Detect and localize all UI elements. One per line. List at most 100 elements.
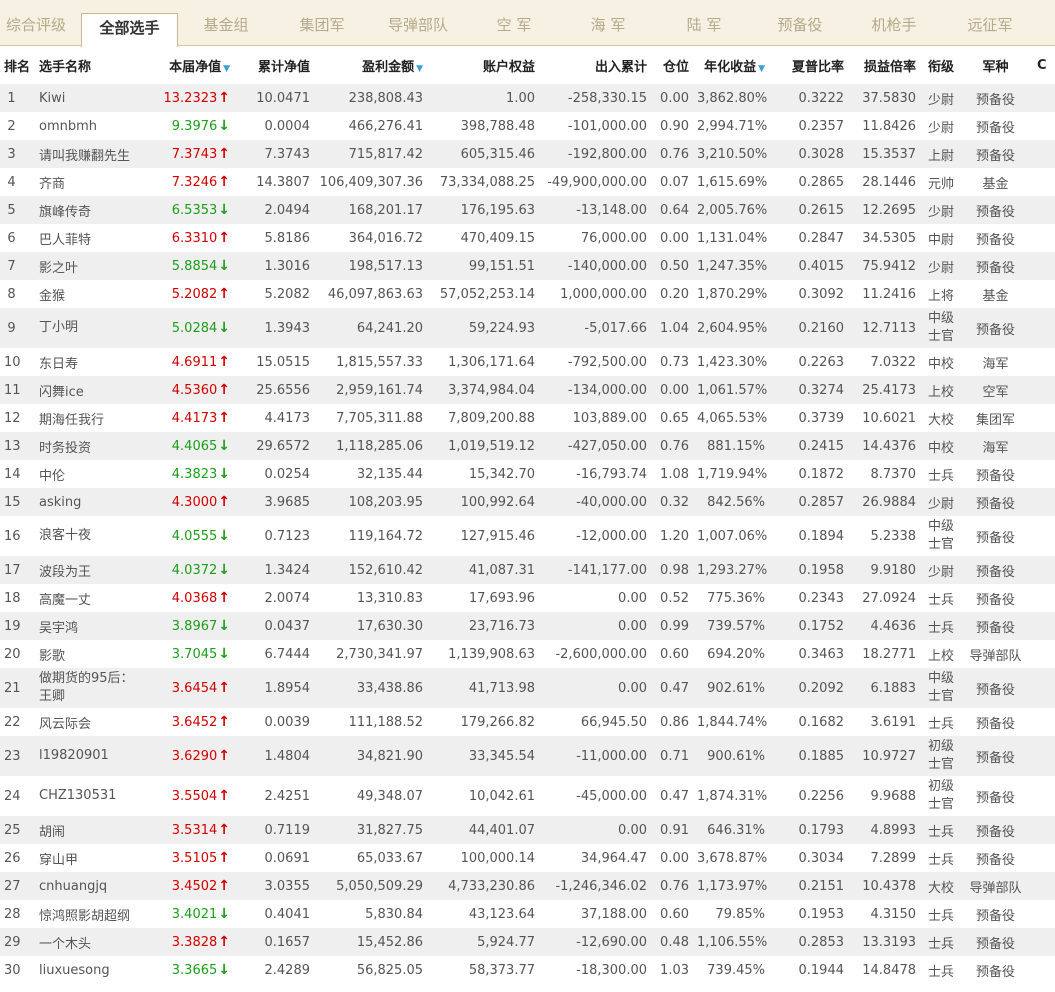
player-name-cell[interactable]: 穿山甲: [31, 844, 149, 872]
player-name-cell[interactable]: 高魔一丈: [31, 584, 149, 612]
pl-ratio-cell: 26.9884: [862, 494, 916, 510]
player-name-cell[interactable]: 东日寿: [31, 348, 149, 376]
tab-rating[interactable]: 综合评级: [0, 0, 72, 45]
header-profit[interactable]: 盈利金额 ▼: [314, 46, 427, 84]
tab-reserve[interactable]: 预备役: [762, 0, 838, 45]
player-name-cell[interactable]: 一个木头: [31, 928, 149, 956]
rank-cell: 23: [4, 748, 21, 764]
player-name-cell[interactable]: 丁小明: [31, 308, 149, 348]
table-row[interactable]: 27 cnhuangjq 3.4502↑ 3.0355 5,050,509.29 4,73…: [0, 872, 1055, 900]
player-name-cell[interactable]: 风云际会: [31, 708, 149, 736]
pl-ratio-cell: 18.2771: [862, 646, 916, 662]
player-name-cell[interactable]: cnhuangjq: [31, 872, 149, 900]
tab-machine-gunner[interactable]: 机枪手: [856, 0, 932, 45]
table-row[interactable]: 13 时务投资 4.4065↓ 29.6572 1,118,285.06 1,019,51…: [0, 432, 1055, 460]
header-sharpe[interactable]: 夏普比率: [769, 46, 848, 84]
arrow-up-icon: ↑: [218, 410, 230, 426]
table-row[interactable]: 5 旗峰传奇 6.5353↓ 2.0494 168,201.17 176,195.63 -1…: [0, 196, 1055, 224]
header-cash-flow[interactable]: 出入累计: [539, 46, 651, 84]
extra-cell: [1029, 668, 1055, 708]
player-name-cell[interactable]: 时务投资: [31, 432, 149, 460]
header-grade[interactable]: 衔级: [920, 46, 962, 84]
table-row[interactable]: 9 丁小明 5.0284↓ 1.3943 64,241.20 59,224.93 -5,01…: [0, 308, 1055, 348]
player-name-cell[interactable]: liuxuesong: [31, 956, 149, 984]
player-name-cell[interactable]: Kiwi: [31, 84, 149, 112]
nav-value: 3.3665: [171, 963, 218, 978]
header-rank[interactable]: 排名: [0, 46, 31, 84]
player-name-cell[interactable]: 惊鸿照影胡超纲: [31, 900, 149, 928]
table-row[interactable]: 21 做期货的95后：王卿 3.6454↑ 1.8954 33,438.86 41,713…: [0, 668, 1055, 708]
header-extra[interactable]: C: [1029, 46, 1055, 84]
table-row[interactable]: 19 吴宇鸿 3.8967↓ 0.0437 17,630.30 23,716.73 0.00…: [0, 612, 1055, 640]
table-row[interactable]: 3 请叫我赚翻先生 7.3743↑ 7.3743 715,817.42 605,315.4…: [0, 140, 1055, 168]
player-name-cell[interactable]: 吴宇鸿: [31, 612, 149, 640]
header-current-nav[interactable]: 本届净值 ▼: [149, 46, 234, 84]
player-name-cell[interactable]: 请叫我赚翻先生: [31, 140, 149, 168]
table-row[interactable]: 15 asking 4.3000↑ 3.9685 108,203.95 100,992.6…: [0, 488, 1055, 516]
tab-missile-force[interactable]: 导弹部队: [375, 0, 461, 45]
header-cumulative-nav[interactable]: 累计净值: [234, 46, 314, 84]
player-name-cell[interactable]: 旗峰传奇: [31, 196, 149, 224]
table-row[interactable]: 7 影之叶 5.8854↓ 1.3016 198,517.13 99,151.51 -140…: [0, 252, 1055, 280]
player-name-cell[interactable]: 金猴: [31, 280, 149, 308]
player-name-cell[interactable]: CHZ130531: [31, 776, 149, 816]
table-row[interactable]: 29 一个木头 3.3828↑ 0.1657 15,452.86 5,924.77 -12,…: [0, 928, 1055, 956]
table-row[interactable]: 20 影歌 3.7045↓ 6.7444 2,730,341.97 1,139,908.6…: [0, 640, 1055, 668]
table-row[interactable]: 6 巴人菲特 6.3310↑ 5.8186 364,016.72 470,409.15 76…: [0, 224, 1055, 252]
tab-fund-group[interactable]: 基金组: [186, 0, 266, 45]
player-name-cell[interactable]: 巴人菲特: [31, 224, 149, 252]
arrow-down-icon: ↓: [218, 646, 230, 662]
table-row[interactable]: 10 东日寿 4.6911↑ 15.0515 1,815,557.33 1,306,171…: [0, 348, 1055, 376]
player-name-cell[interactable]: l19820901: [31, 736, 149, 776]
header-equity[interactable]: 账户权益: [427, 46, 539, 84]
tab-group-army[interactable]: 集团军: [281, 0, 363, 45]
header-annual-return[interactable]: 年化收益 ▼: [693, 46, 769, 84]
player-name-cell[interactable]: 闪舞ice: [31, 376, 149, 404]
cash-flow-cell: -427,050.00: [567, 438, 647, 454]
table-row[interactable]: 25 胡闹 3.5314↑ 0.7119 31,827.75 44,401.07 0.00 0…: [0, 816, 1055, 844]
extra-cell: [1029, 516, 1055, 556]
current-nav-cell: 4.4173↑: [149, 404, 234, 432]
tab-all-players[interactable]: 全部选手: [81, 13, 178, 47]
player-name-cell[interactable]: omnbmh: [31, 112, 149, 140]
table-row[interactable]: 30 liuxuesong 3.3665↓ 2.4289 56,825.05 58,373…: [0, 956, 1055, 984]
header-player-name[interactable]: 选手名称: [31, 46, 149, 84]
player-name-cell[interactable]: asking: [31, 488, 149, 516]
tab-army[interactable]: 陆 军: [666, 0, 742, 45]
player-name-cell[interactable]: 中伦: [31, 460, 149, 488]
player-name-cell[interactable]: 影歌: [31, 640, 149, 668]
current-nav-cell: 3.5314↑: [149, 816, 234, 844]
table-row[interactable]: 24 CHZ130531 3.5504↑ 2.4251 49,348.07 10,042.…: [0, 776, 1055, 816]
table-row[interactable]: 11 闪舞ice 4.5360↑ 25.6556 2,959,161.74 3,374,9…: [0, 376, 1055, 404]
player-name-cell[interactable]: 齐商: [31, 168, 149, 196]
player-name-cell[interactable]: 胡闹: [31, 816, 149, 844]
position-cell: 0.86: [660, 714, 689, 730]
table-row[interactable]: 1 Kiwi 13.2323↑ 10.0471 238,808.43 1.00 -258,3…: [0, 84, 1055, 112]
table-row[interactable]: 4 齐商 7.3246↑ 14.3807 106,409,307.36 73,334,08…: [0, 168, 1055, 196]
header-position[interactable]: 仓位: [651, 46, 693, 84]
table-row[interactable]: 8 金猴 5.2082↑ 5.2082 46,097,863.63 57,052,253.…: [0, 280, 1055, 308]
rank-cell: 19: [4, 618, 21, 634]
player-name-cell[interactable]: 波段为王: [31, 556, 149, 584]
player-name-cell[interactable]: 期海任我行: [31, 404, 149, 432]
tab-air-force[interactable]: 空 军: [475, 0, 553, 45]
header-pl-ratio[interactable]: 损益倍率: [848, 46, 920, 84]
player-name-cell[interactable]: 影之叶: [31, 252, 149, 280]
tab-navy[interactable]: 海 军: [570, 0, 646, 45]
table-row[interactable]: 18 高魔一丈 4.0368↑ 2.0074 13,310.83 17,693.96 0.0…: [0, 584, 1055, 612]
table-row[interactable]: 14 中伦 4.3823↓ 0.0254 32,135.44 15,342.70 -16,7…: [0, 460, 1055, 488]
table-row[interactable]: 17 波段为王 4.0372↓ 1.3424 152,610.42 41,087.31 -1…: [0, 556, 1055, 584]
current-nav-cell: 5.0284↓: [149, 308, 234, 348]
table-row[interactable]: 12 期海任我行 4.4173↑ 4.4173 7,705,311.88 7,809,20…: [0, 404, 1055, 432]
cash-flow-cell: -12,000.00: [576, 528, 647, 544]
table-row[interactable]: 22 风云际会 3.6452↑ 0.0039 111,188.52 179,266.82 6…: [0, 708, 1055, 736]
player-name-cell[interactable]: 做期货的95后：王卿: [31, 668, 149, 708]
player-name-cell[interactable]: 浪客十夜: [31, 516, 149, 556]
tab-expeditionary[interactable]: 远征军: [950, 0, 1030, 45]
table-row[interactable]: 26 穿山甲 3.5105↑ 0.0691 65,033.67 100,000.14 34,…: [0, 844, 1055, 872]
table-row[interactable]: 28 惊鸿照影胡超纲 3.4021↓ 0.4041 5,830.84 43,123.64 3…: [0, 900, 1055, 928]
table-row[interactable]: 2 omnbmh 9.3976↓ 0.0004 466,276.41 398,788.48…: [0, 112, 1055, 140]
table-row[interactable]: 23 l19820901 3.6290↑ 1.4804 34,821.90 33,345.…: [0, 736, 1055, 776]
table-row[interactable]: 16 浪客十夜 4.0555↓ 0.7123 119,164.72 127,915.46-…: [0, 516, 1055, 556]
header-branch[interactable]: 军种: [962, 46, 1029, 84]
